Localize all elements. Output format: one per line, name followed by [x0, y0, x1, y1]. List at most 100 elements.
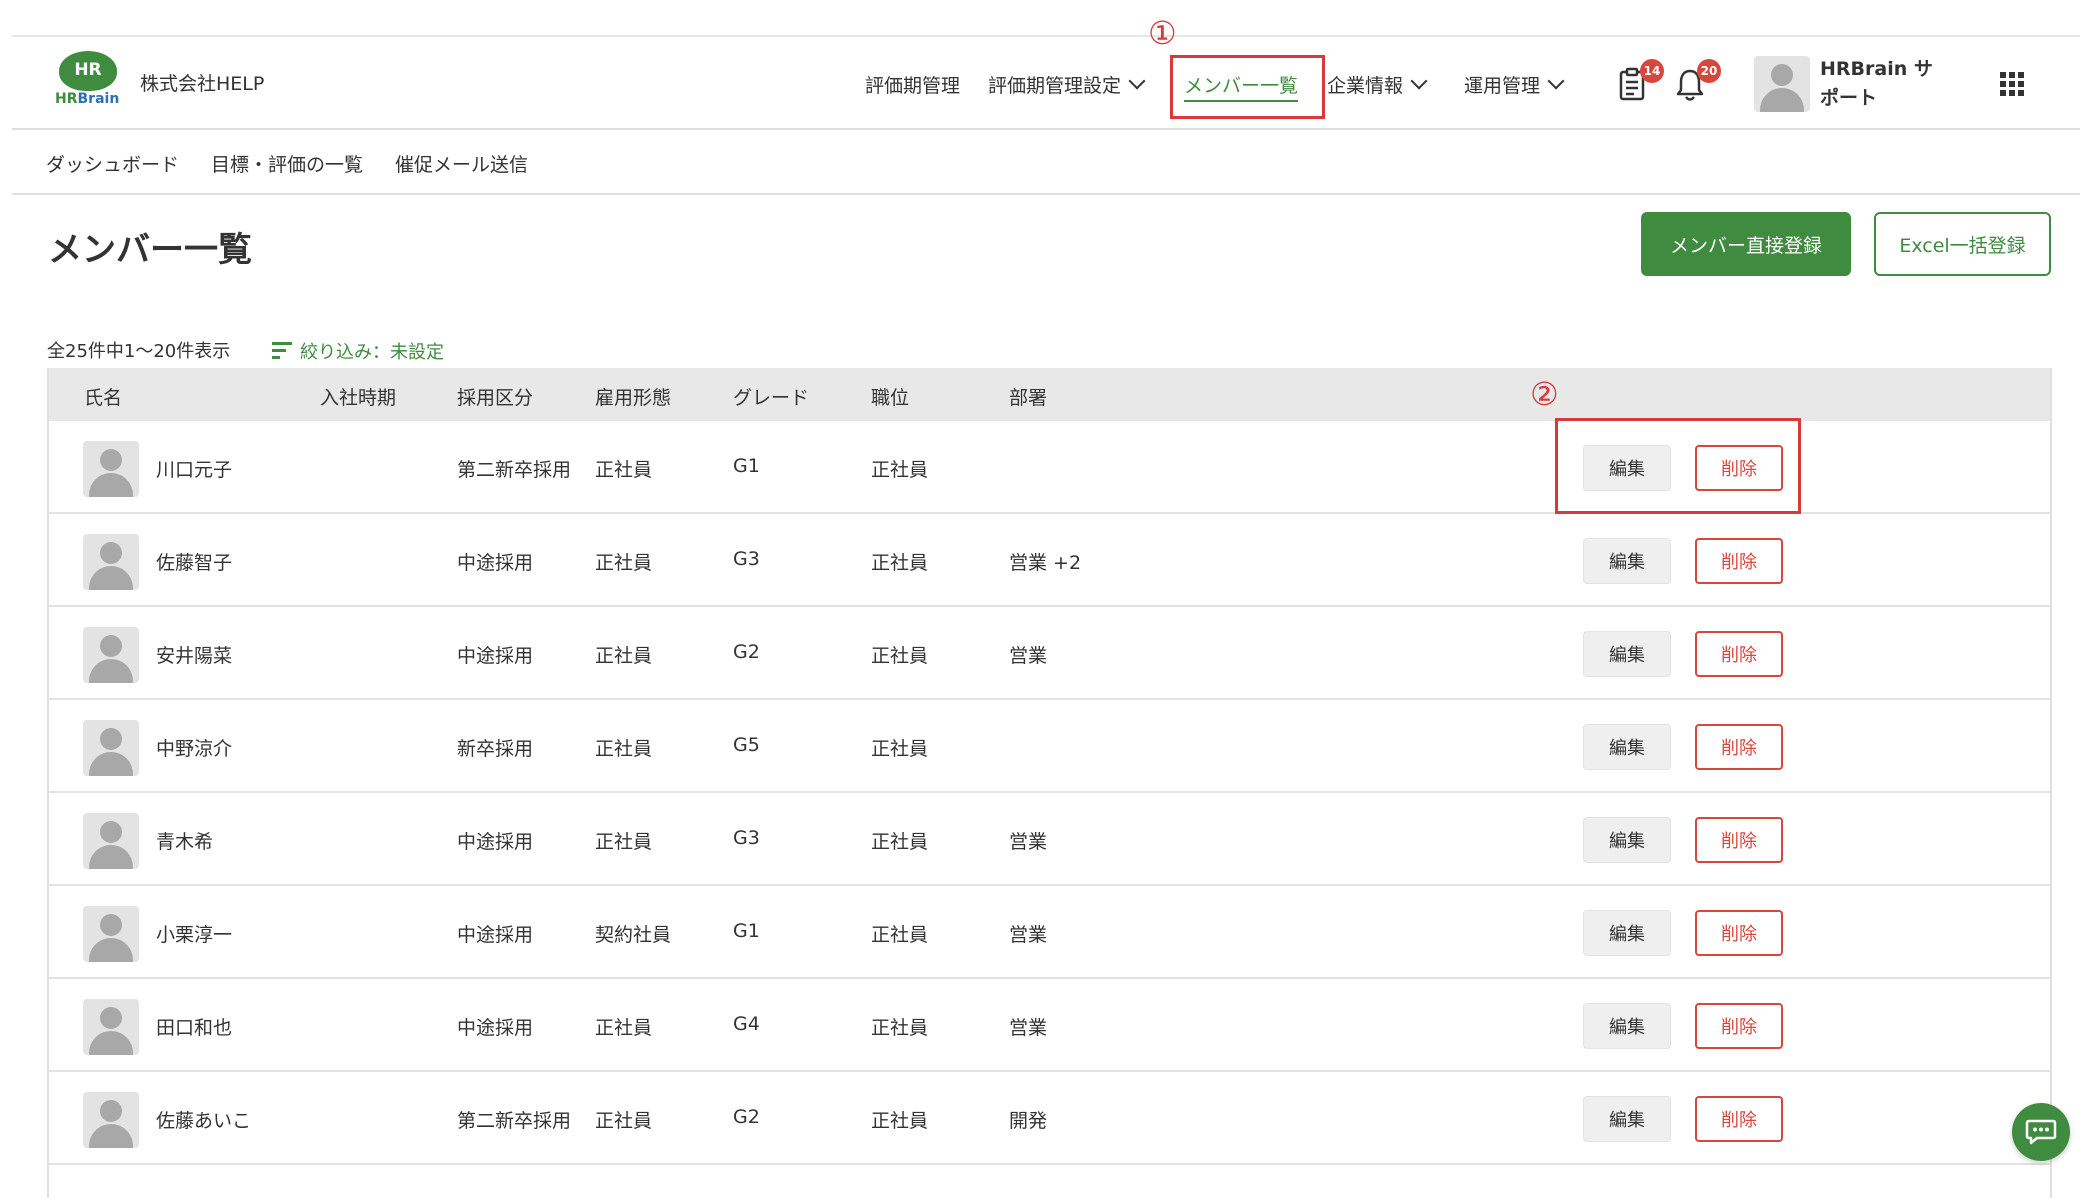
- hrbrain-logo[interactable]: HR HRBrain: [55, 51, 120, 111]
- filter-label: 絞り込み：未設定: [300, 342, 444, 363]
- delete-button[interactable]: 削除: [1695, 1096, 1783, 1142]
- table-row[interactable]: 田口和也 中途採用 正社員 G4 正社員 営業 編集 削除: [49, 979, 2050, 1072]
- avatar-body-icon: [89, 1124, 133, 1148]
- cell-name: 安井陽菜: [156, 645, 233, 667]
- subnav-dashboard[interactable]: ダッシュボード: [46, 150, 179, 177]
- cell-employment-type: 正社員: [595, 738, 653, 760]
- cell-position: 正社員: [871, 831, 929, 853]
- sub-navigation: ダッシュボード 目標・評価の一覧 催促メール送信: [12, 130, 2080, 195]
- edit-button[interactable]: 編集: [1583, 1003, 1671, 1049]
- delete-button[interactable]: 削除: [1695, 631, 1783, 677]
- nav-evaluation-settings[interactable]: 評価期管理設定: [988, 71, 1146, 98]
- user-name: HRBrain サポート: [1820, 58, 1933, 109]
- annotation-box-1: [1170, 55, 1325, 119]
- cell-department: 営業: [1009, 924, 1048, 946]
- notification-button[interactable]: 20: [1675, 59, 1721, 107]
- avatar-head-icon: [1771, 64, 1793, 86]
- logo-wordmark: HRBrain: [55, 91, 120, 107]
- cell-grade: G2: [733, 641, 760, 663]
- edit-button[interactable]: 編集: [1583, 910, 1671, 956]
- table-row[interactable]: 小栗淳一 中途採用 契約社員 G1 正社員 営業 編集 削除: [49, 886, 2050, 979]
- clipboard-button[interactable]: 14: [1618, 59, 1664, 107]
- edit-button[interactable]: 編集: [1583, 631, 1671, 677]
- delete-button[interactable]: 削除: [1695, 910, 1783, 956]
- cell-grade: G5: [733, 734, 760, 756]
- table-row[interactable]: 青木希 中途採用 正社員 G3 正社員 営業 編集 削除: [49, 793, 2050, 886]
- cell-grade: G1: [733, 920, 760, 942]
- cell-name: 小栗淳一: [156, 924, 233, 946]
- cell-hire-category: 第二新卒採用: [457, 1110, 572, 1132]
- delete-button[interactable]: 削除: [1695, 724, 1783, 770]
- edit-button[interactable]: 編集: [1583, 538, 1671, 584]
- avatar-head-icon: [100, 728, 122, 750]
- delete-button[interactable]: 削除: [1695, 538, 1783, 584]
- cell-name: 中野涼介: [156, 738, 233, 760]
- avatar-head-icon: [100, 449, 122, 471]
- edit-button[interactable]: 編集: [1583, 1096, 1671, 1142]
- chevron-down-icon: [1547, 72, 1565, 89]
- chevron-down-icon: [1128, 72, 1146, 89]
- table-header: 氏名 入社時期 採用区分 雇用形態 グレード 職位 部署: [49, 368, 2050, 421]
- avatar-head-icon: [100, 1100, 122, 1122]
- subnav-reminder-mail[interactable]: 催促メール送信: [395, 150, 528, 177]
- avatar-body-icon: [89, 845, 133, 869]
- cell-hire-category: 新卒採用: [457, 738, 534, 760]
- cell-position: 正社員: [871, 552, 929, 574]
- header-grade: グレード: [733, 387, 810, 409]
- avatar: [83, 906, 139, 962]
- table-row[interactable]: 安井陽菜 中途採用 正社員 G2 正社員 営業 編集 削除: [49, 607, 2050, 700]
- cell-hire-category: 中途採用: [457, 924, 534, 946]
- cell-employment-type: 正社員: [595, 831, 653, 853]
- filter-toggle[interactable]: 絞り込み：未設定: [272, 338, 444, 364]
- nav-evaluation-period[interactable]: 評価期管理: [865, 71, 960, 98]
- edit-button[interactable]: 編集: [1583, 817, 1671, 863]
- cell-grade: G3: [733, 827, 760, 849]
- avatar: [83, 441, 139, 497]
- excel-bulk-register-button[interactable]: Excel一括登録: [1874, 212, 2051, 276]
- header-join-date: 入社時期: [320, 387, 397, 409]
- nav-company-info[interactable]: 企業情報: [1327, 71, 1428, 98]
- nav-operations[interactable]: 運用管理: [1464, 71, 1565, 98]
- cell-name: 田口和也: [156, 1017, 233, 1039]
- avatar-head-icon: [100, 635, 122, 657]
- avatar-head-icon: [100, 1007, 122, 1029]
- avatar-body-icon: [89, 659, 133, 683]
- cell-position: 正社員: [871, 1110, 929, 1132]
- avatar-body-icon: [89, 938, 133, 962]
- cell-position: 正社員: [871, 459, 929, 481]
- cell-grade: G2: [733, 1106, 760, 1128]
- app-header: HR HRBrain 株式会社HELP 評価期管理 評価期管理設定 メンバー一覧…: [12, 37, 2080, 130]
- table-row[interactable]: 佐藤あいこ 第二新卒採用 正社員 G2 正社員 開発 編集 削除: [49, 1072, 2050, 1165]
- avatar: [83, 534, 139, 590]
- avatar-head-icon: [100, 914, 122, 936]
- table-row[interactable]: 中野涼介 新卒採用 正社員 G5 正社員 編集 削除: [49, 700, 2050, 793]
- table-row[interactable]: 佐藤智子 中途採用 正社員 G3 正社員 営業 +2 編集 削除: [49, 514, 2050, 607]
- cell-department: 開発: [1009, 1110, 1048, 1132]
- annotation-marker-2: ②: [1530, 375, 1559, 413]
- edit-button[interactable]: 編集: [1583, 724, 1671, 770]
- cell-employment-type: 正社員: [595, 1110, 653, 1132]
- cell-name: 佐藤あいこ: [156, 1110, 252, 1132]
- cell-grade: G3: [733, 548, 760, 570]
- cell-hire-category: 中途採用: [457, 645, 534, 667]
- subnav-goals-evaluations[interactable]: 目標・評価の一覧: [211, 150, 363, 177]
- header-employment-type: 雇用形態: [595, 387, 672, 409]
- cell-name: 佐藤智子: [156, 552, 233, 574]
- app-grid-icon[interactable]: [2000, 72, 2024, 96]
- avatar-head-icon: [100, 542, 122, 564]
- user-menu[interactable]: HRBrain サポート: [1754, 55, 1940, 113]
- avatar-body-icon: [89, 752, 133, 776]
- cell-name: 川口元子: [156, 459, 233, 481]
- chat-support-button[interactable]: [2012, 1103, 2070, 1161]
- avatar-body-icon: [89, 473, 133, 497]
- header-position: 職位: [871, 387, 910, 409]
- delete-button[interactable]: 削除: [1695, 817, 1783, 863]
- delete-button[interactable]: 削除: [1695, 1003, 1783, 1049]
- avatar-body-icon: [89, 1031, 133, 1055]
- cell-hire-category: 中途採用: [457, 1017, 534, 1039]
- cell-hire-category: 中途採用: [457, 552, 534, 574]
- clipboard-badge: 14: [1640, 59, 1664, 83]
- notification-badge: 20: [1697, 59, 1721, 83]
- register-member-button[interactable]: メンバー直接登録: [1641, 212, 1851, 276]
- cell-department: 営業 +2: [1009, 552, 1082, 574]
